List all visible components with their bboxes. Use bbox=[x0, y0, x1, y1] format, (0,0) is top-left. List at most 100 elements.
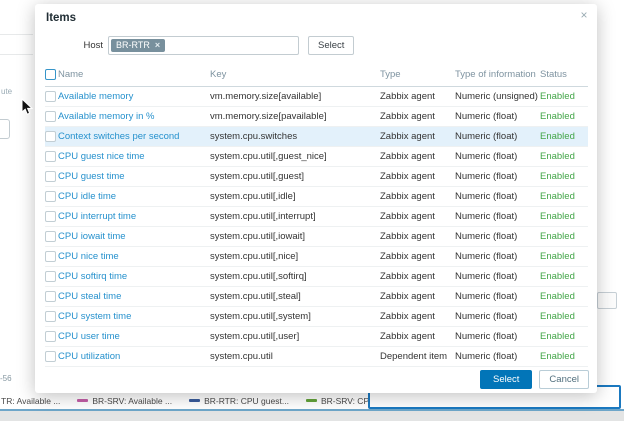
item-info: Numeric (float) bbox=[455, 291, 517, 302]
host-input[interactable]: BR-RTR × bbox=[108, 36, 299, 55]
host-tag-label: BR-RTR bbox=[116, 40, 150, 50]
item-type: Zabbix agent bbox=[380, 111, 435, 122]
item-type: Zabbix agent bbox=[380, 151, 435, 162]
cancel-button[interactable]: Cancel bbox=[539, 370, 589, 389]
status-badge: Enabled bbox=[540, 251, 575, 262]
status-badge: Enabled bbox=[540, 111, 575, 122]
item-name-link[interactable]: CPU user time bbox=[58, 331, 120, 342]
item-key: system.cpu.util[,system] bbox=[210, 311, 311, 322]
item-name-link[interactable]: CPU softirq time bbox=[58, 271, 127, 282]
row-checkbox[interactable] bbox=[45, 171, 56, 182]
row-checkbox[interactable] bbox=[45, 151, 56, 162]
item-key: system.cpu.util[,user] bbox=[210, 331, 299, 342]
item-info: Numeric (float) bbox=[455, 191, 517, 202]
item-key: system.cpu.switches bbox=[210, 131, 297, 142]
background-divider bbox=[0, 54, 33, 55]
table-row[interactable]: CPU user time system.cpu.util[,user] Zab… bbox=[45, 327, 588, 347]
column-header-info: Type of information bbox=[455, 64, 540, 87]
table-row[interactable]: CPU system time system.cpu.util[,system]… bbox=[45, 307, 588, 327]
item-info: Numeric (float) bbox=[455, 231, 517, 242]
table-row[interactable]: CPU softirq time system.cpu.util[,softir… bbox=[45, 267, 588, 287]
status-badge: Enabled bbox=[540, 191, 575, 202]
table-row[interactable]: Available memory vm.memory.size[availabl… bbox=[45, 87, 588, 107]
row-checkbox[interactable] bbox=[45, 331, 56, 342]
item-name-link[interactable]: CPU steal time bbox=[58, 291, 121, 302]
host-select-button[interactable]: Select bbox=[308, 36, 354, 55]
status-badge: Enabled bbox=[540, 91, 575, 102]
item-type: Dependent item bbox=[380, 351, 447, 362]
items-table: Name Key Type Type of information Status… bbox=[45, 64, 588, 367]
row-checkbox[interactable] bbox=[45, 211, 56, 222]
select-button[interactable]: Select bbox=[480, 370, 532, 389]
item-info: Numeric (float) bbox=[455, 251, 517, 262]
page-footer-area bbox=[0, 411, 624, 421]
row-checkbox[interactable] bbox=[45, 251, 56, 262]
item-type: Zabbix agent bbox=[380, 91, 435, 102]
items-table-body: Available memory vm.memory.size[availabl… bbox=[45, 87, 588, 367]
item-key: system.cpu.util bbox=[210, 351, 273, 362]
item-type: Zabbix agent bbox=[380, 211, 435, 222]
table-row[interactable]: CPU nice time system.cpu.util[,nice] Zab… bbox=[45, 247, 588, 267]
row-checkbox[interactable] bbox=[45, 291, 56, 302]
row-checkbox[interactable] bbox=[45, 91, 56, 102]
table-row[interactable]: Available memory in % vm.memory.size[pav… bbox=[45, 107, 588, 127]
legend-label: BR-RTR: CPU guest... bbox=[204, 396, 289, 406]
table-row[interactable]: CPU guest nice time system.cpu.util[,gue… bbox=[45, 147, 588, 167]
status-badge: Enabled bbox=[540, 211, 575, 222]
tag-remove-icon[interactable]: × bbox=[155, 40, 160, 50]
item-name-link[interactable]: CPU iowait time bbox=[58, 231, 126, 242]
item-info: Numeric (float) bbox=[455, 171, 517, 182]
status-badge: Enabled bbox=[540, 351, 575, 362]
table-row[interactable]: CPU guest time system.cpu.util[,guest] Z… bbox=[45, 167, 588, 187]
item-name-link[interactable]: CPU guest nice time bbox=[58, 151, 145, 162]
item-info: Numeric (unsigned) bbox=[455, 91, 538, 102]
legend-item: BR-SRV: Available ... bbox=[77, 396, 172, 406]
table-row[interactable]: CPU utilization system.cpu.util Dependen… bbox=[45, 347, 588, 367]
status-badge: Enabled bbox=[540, 271, 575, 282]
row-checkbox[interactable] bbox=[45, 231, 56, 242]
row-checkbox[interactable] bbox=[45, 111, 56, 122]
status-badge: Enabled bbox=[540, 171, 575, 182]
item-key: system.cpu.util[,nice] bbox=[210, 251, 298, 262]
row-checkbox[interactable] bbox=[45, 131, 56, 142]
host-label: Host bbox=[35, 40, 108, 51]
column-header-key: Key bbox=[210, 64, 380, 87]
legend-label: TR: Available ... bbox=[1, 396, 60, 406]
item-name-link[interactable]: CPU utilization bbox=[58, 351, 120, 362]
row-checkbox[interactable] bbox=[45, 311, 56, 322]
select-all-checkbox[interactable] bbox=[45, 69, 56, 80]
table-row[interactable]: CPU interrupt time system.cpu.util[,inte… bbox=[45, 207, 588, 227]
item-type: Zabbix agent bbox=[380, 131, 435, 142]
column-header-type: Type bbox=[380, 64, 455, 87]
item-name-link[interactable]: CPU interrupt time bbox=[58, 211, 136, 222]
item-name-link[interactable]: CPU system time bbox=[58, 311, 131, 322]
item-key: system.cpu.util[,guest_nice] bbox=[210, 151, 327, 162]
background-text-fragment: ute bbox=[1, 87, 12, 96]
status-badge: Enabled bbox=[540, 231, 575, 242]
row-checkbox[interactable] bbox=[45, 191, 56, 202]
table-row[interactable]: CPU steal time system.cpu.util[,steal] Z… bbox=[45, 287, 588, 307]
item-info: Numeric (float) bbox=[455, 131, 517, 142]
legend-color-dash-icon bbox=[77, 399, 88, 402]
row-checkbox[interactable] bbox=[45, 351, 56, 362]
item-name-link[interactable]: CPU idle time bbox=[58, 191, 116, 202]
legend-item: TR: Available ... bbox=[1, 396, 60, 406]
table-row[interactable]: CPU idle time system.cpu.util[,idle] Zab… bbox=[45, 187, 588, 207]
item-name-link[interactable]: Available memory in % bbox=[58, 111, 154, 122]
item-name-link[interactable]: Available memory bbox=[58, 91, 133, 102]
close-icon[interactable]: × bbox=[576, 7, 592, 23]
item-info: Numeric (float) bbox=[455, 351, 517, 362]
table-row[interactable]: Context switches per second system.cpu.s… bbox=[45, 127, 588, 147]
table-header-row: Name Key Type Type of information Status bbox=[45, 64, 588, 87]
row-checkbox[interactable] bbox=[45, 271, 56, 282]
item-name-link[interactable]: CPU nice time bbox=[58, 251, 119, 262]
status-badge: Enabled bbox=[540, 131, 575, 142]
item-key: system.cpu.util[,interrupt] bbox=[210, 211, 316, 222]
mouse-cursor-icon bbox=[21, 98, 33, 121]
item-info: Numeric (float) bbox=[455, 111, 517, 122]
table-row[interactable]: CPU iowait time system.cpu.util[,iowait]… bbox=[45, 227, 588, 247]
item-name-link[interactable]: Context switches per second bbox=[58, 131, 179, 142]
item-name-link[interactable]: CPU guest time bbox=[58, 171, 125, 182]
item-info: Numeric (float) bbox=[455, 311, 517, 322]
item-key: vm.memory.size[available] bbox=[210, 91, 321, 102]
